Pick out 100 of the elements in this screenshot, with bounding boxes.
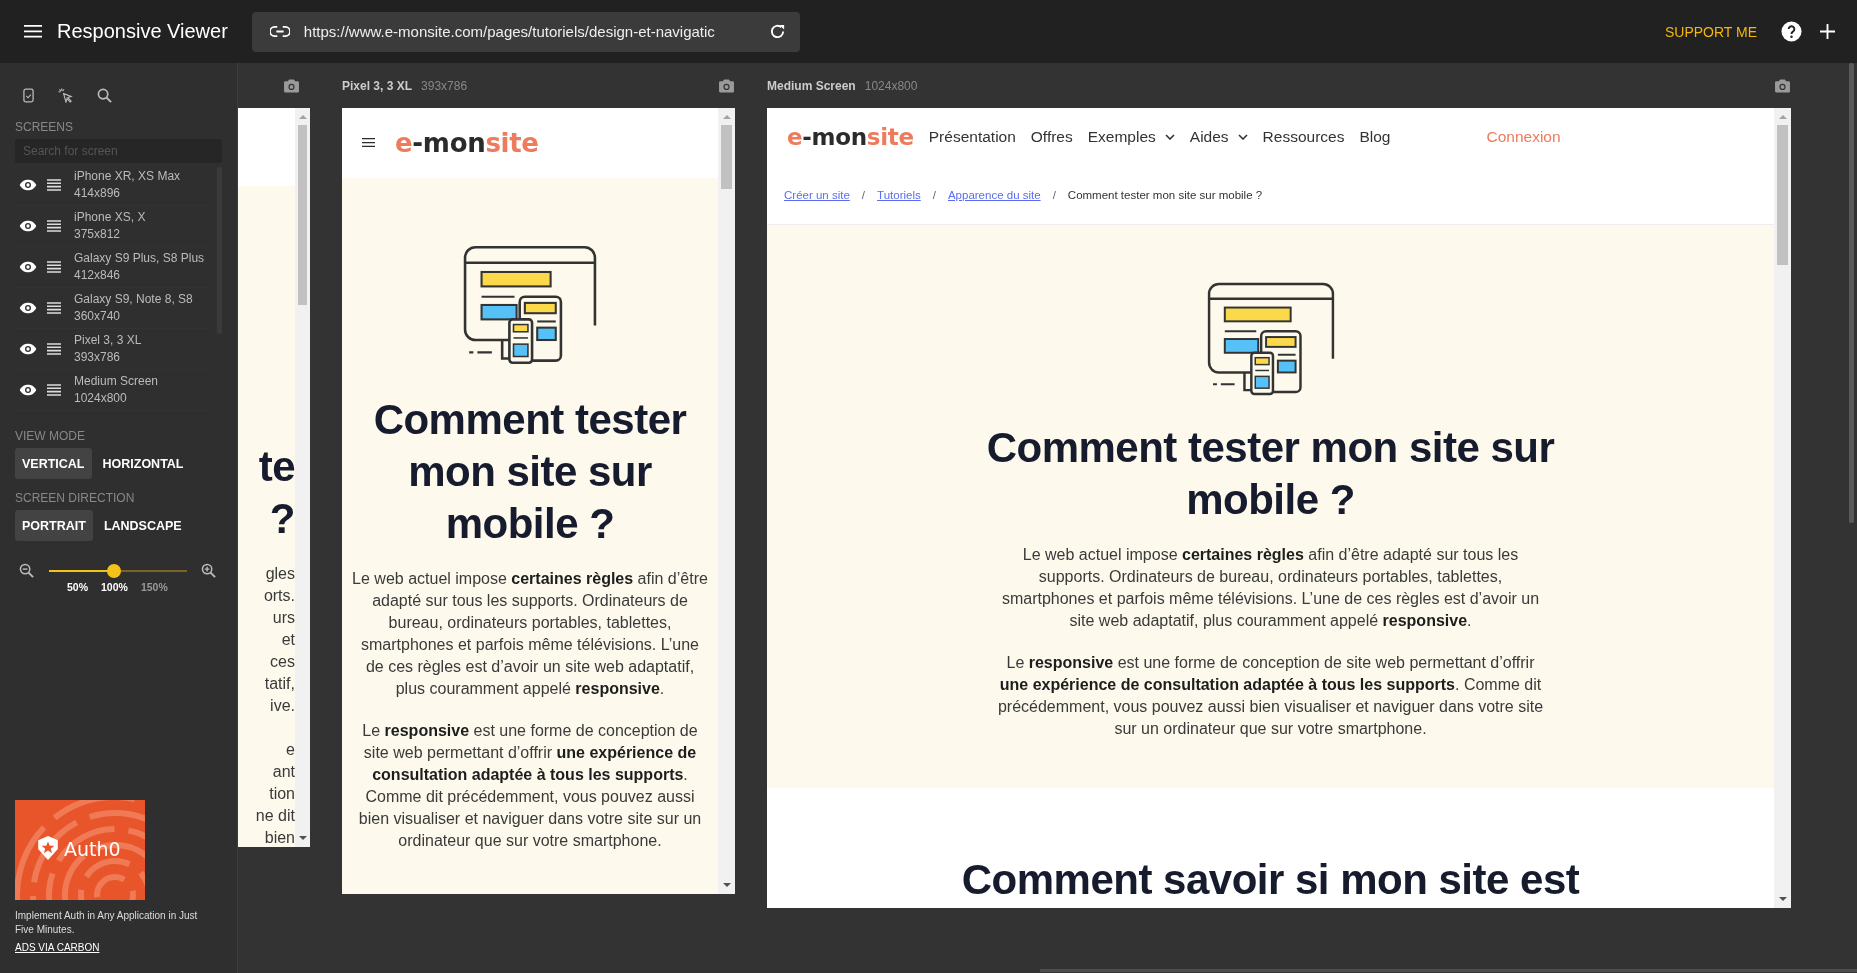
list-icon[interactable]: [47, 343, 61, 355]
menu-icon[interactable]: [362, 138, 375, 148]
site-logo[interactable]: e-monsite: [395, 128, 539, 158]
section-label: SCREENS: [15, 120, 74, 134]
shield-icon: [37, 836, 59, 860]
url-field[interactable]: https://www.e-monsite.com/pages/tutoriels/design-et-navigatic: [251, 11, 800, 52]
eye-icon[interactable]: [19, 343, 37, 355]
nav-link[interactable]: Blog: [1359, 128, 1391, 146]
zoom-label: 150%: [140, 581, 168, 593]
list-icon[interactable]: [47, 384, 61, 396]
zoom-label: 50%: [67, 581, 88, 593]
section-label: SCREEN DIRECTION: [15, 491, 136, 505]
text-fragment: ne dit: [254, 806, 295, 826]
cursor-click-icon[interactable]: [58, 87, 73, 103]
screen-name: Pixel 3, 3 XL: [74, 332, 142, 349]
toggle-button[interactable]: LANDSCAPE: [96, 510, 189, 541]
text-fragment: e: [285, 740, 295, 760]
list-icon[interactable]: [47, 261, 61, 273]
paragraph: Le web actuel impose certaines règles afin d’être adapté sur tous les supports. Ordinateurs de bureau, ordinateurs portables, tablettes, smartphones et parfois même télévisions. L’une de ces règles est d’avoir un site web adaptatif, plus couramment appelé responsive.: [352, 569, 708, 699]
screen-size: 393x786: [74, 349, 122, 366]
help-icon[interactable]: [1781, 21, 1802, 42]
section-heading: Comment savoir si mon site est: [960, 855, 1581, 905]
refresh-icon[interactable]: [768, 23, 786, 40]
screen-item[interactable]: iPhone XR, XS Max 414x896: [15, 165, 208, 206]
frame-name: Medium Screen: [767, 78, 856, 93]
page-heading: Comment tester mon site sur mobile ?: [985, 423, 1556, 525]
ad-link[interactable]: ADS VIA CARBON: [15, 942, 100, 953]
nav-link[interactable]: Ressources: [1262, 128, 1345, 146]
app-title: Responsive Viewer: [57, 20, 228, 43]
zoom-slider[interactable]: [49, 563, 187, 578]
screen-item[interactable]: Pixel 3, 3 XL 393x786: [15, 329, 208, 370]
text-fragment: ant: [271, 762, 295, 782]
chevron-down-icon: [1237, 134, 1248, 140]
heading-fragment: ?: [268, 494, 295, 544]
frame-size: 1024x800: [864, 78, 918, 93]
search-icon[interactable]: [97, 87, 112, 103]
screen-size: 412x846: [74, 267, 122, 284]
toggle-button[interactable]: PORTRAIT: [15, 510, 93, 541]
eye-icon[interactable]: [19, 302, 37, 314]
list-icon[interactable]: [47, 220, 61, 232]
breadcrumb-link[interactable]: Créer un site: [784, 189, 850, 201]
paragraph: Le responsive est une forme de conception de site web permettant d’offrir une expérience de consultation adaptée à tous les supports. Comme dit précédemment, vous pouvez aussi bien visualiser et naviguer dans votre site sur un ordinateur que sur votre smartphone.: [996, 653, 1545, 739]
nav-link[interactable]: Présentation: [928, 128, 1016, 146]
scrollbar[interactable]: [1774, 108, 1791, 908]
screen-item[interactable]: iPhone XS, X 375x812: [15, 206, 208, 247]
camera-icon[interactable]: [718, 78, 735, 93]
nav-link[interactable]: Exemples: [1087, 128, 1175, 146]
screen-item[interactable]: Galaxy S9, Note 8, S8 360x740: [15, 288, 208, 329]
screen-name: Galaxy S9, Note 8, S8: [74, 291, 193, 308]
screen-item[interactable]: Medium Screen 1024x800: [15, 370, 208, 411]
plus-icon[interactable]: [1820, 24, 1835, 39]
screen-name: iPhone XR, XS Max: [74, 168, 181, 185]
zoom-in-icon[interactable]: [201, 563, 216, 578]
toggle-button[interactable]: VERTICAL: [15, 448, 92, 479]
eye-icon[interactable]: [19, 261, 37, 273]
frame-size: 393x786: [421, 78, 468, 93]
eye-icon[interactable]: [19, 220, 37, 232]
text-fragment: tion: [268, 784, 295, 804]
camera-icon[interactable]: [1774, 78, 1791, 93]
text-fragment: urs: [271, 608, 295, 628]
toggle-button[interactable]: HORIZONTAL: [95, 448, 191, 479]
text-fragment: ive.: [269, 696, 295, 716]
text-fragment: ces: [269, 652, 295, 672]
frame-name: Pixel 3, 3 XL: [342, 78, 413, 93]
screen-size: 414x896: [74, 185, 122, 202]
support-link[interactable]: SUPPORT ME: [1664, 23, 1757, 40]
paragraph: Le responsive est une forme de conception de site web permettant d’offrir une expérience de consultation adaptée à tous les supports. Comme dit précédemment, vous pouvez aussi bien visualiser et naviguer dans votre site sur un ordinateur que sur votre smartphone.: [357, 721, 703, 851]
camera-icon[interactable]: [283, 78, 300, 93]
zoom-out-icon[interactable]: [19, 563, 34, 578]
scrollbar[interactable]: [1849, 63, 1854, 523]
screen-size: 375x812: [74, 226, 122, 243]
list-icon[interactable]: [47, 302, 61, 314]
section-label: VIEW MODE: [15, 429, 86, 443]
nav-link[interactable]: Aides: [1189, 128, 1248, 146]
text-fragment: gles: [264, 564, 295, 584]
ad-text: Implement Auth in Any Application in Just Five Minutes.: [15, 909, 199, 937]
breadcrumb-link[interactable]: Tutoriels: [877, 189, 921, 201]
screen-name: Medium Screen: [74, 373, 159, 390]
screen-size: 1024x800: [74, 390, 128, 407]
breadcrumb-separator: /: [861, 189, 866, 201]
screen-item[interactable]: Galaxy S9 Plus, S8 Plus 412x846: [15, 247, 208, 288]
breadcrumb-current: Comment tester mon site sur mobile ?: [1067, 189, 1263, 201]
screen-size: 360x740: [74, 308, 122, 325]
list-icon[interactable]: [47, 179, 61, 191]
paragraph: Le web actuel impose certaines règles afin d’être adapté sur tous les supports. Ordinateurs de bureau, ordinateurs portables, tablettes, smartphones et parfois même télévisions. L’une de ces règles est d’avoir un site web adaptatif, plus couramment appelé responsive.: [1000, 545, 1541, 631]
scrollbar[interactable]: [295, 108, 310, 847]
ad-brand: Auth0: [64, 838, 121, 860]
eye-icon[interactable]: [19, 384, 37, 396]
screen-name: Galaxy S9 Plus, S8 Plus: [74, 250, 205, 267]
link-icon: [269, 26, 290, 37]
chevron-down-icon: [1164, 134, 1175, 140]
breadcrumb-link[interactable]: Apparence du site: [947, 189, 1041, 201]
site-logo[interactable]: e-monsite: [787, 124, 914, 150]
breadcrumb-separator: /: [1052, 189, 1056, 201]
nav-link[interactable]: Offres: [1030, 128, 1073, 146]
eye-icon[interactable]: [19, 179, 37, 191]
zoom-label: 100%: [101, 581, 128, 593]
text-fragment: orts.: [262, 586, 295, 606]
phone-icon[interactable]: [23, 87, 34, 103]
scrollbar[interactable]: [718, 108, 735, 894]
